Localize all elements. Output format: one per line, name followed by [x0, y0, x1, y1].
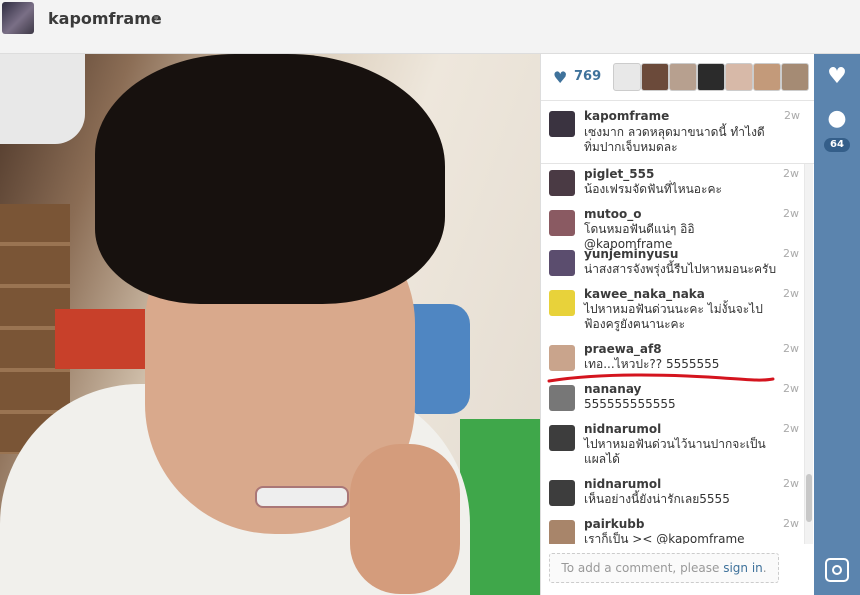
- comment-text: เราก็เป็น >< @kapomframe: [584, 532, 745, 544]
- comment-user[interactable]: piglet_555: [584, 167, 654, 181]
- comment-time: 2w: [783, 342, 799, 355]
- comment-user[interactable]: yunjeminyusu: [584, 247, 678, 261]
- comment-time: 2w: [783, 517, 799, 530]
- comment-user[interactable]: pairkubb: [584, 517, 644, 531]
- comment-text: ไปหาหมอฟันด่วนไว้นานปากจะเป็นแผลได้: [584, 437, 766, 466]
- liker-avatar[interactable]: [613, 63, 641, 91]
- photo-bg-shoe: [0, 54, 85, 144]
- avatar[interactable]: [549, 111, 575, 137]
- liker-avatar[interactable]: [725, 63, 753, 91]
- add-comment-suffix: .: [762, 561, 767, 575]
- action-rail: ♥ ● 64: [814, 54, 860, 595]
- comment-user[interactable]: nidnarumol: [584, 422, 661, 436]
- comment-user[interactable]: nidnarumol: [584, 477, 661, 491]
- photo-bg-fabric: [460, 419, 540, 595]
- add-comment-prefix: To add a comment, please: [561, 561, 724, 575]
- avatar[interactable]: [549, 520, 575, 544]
- comment-time: 2w: [783, 422, 799, 435]
- comment-list: piglet_555 2w น้องเฟรมจัดฟันที่ไหนอะคะ muto…: [541, 164, 803, 544]
- avatar[interactable]: [549, 480, 575, 506]
- avatar[interactable]: [549, 210, 575, 236]
- username-link[interactable]: kapomframe: [48, 9, 162, 28]
- comment-text: น่าสงสารจังพรุ่งนี้รีบไปหาหมอนะครับ: [584, 262, 777, 276]
- add-comment-box[interactable]: To add a comment, please sign in.: [549, 553, 779, 583]
- post-photo: [0, 54, 540, 595]
- avatar[interactable]: [549, 290, 575, 316]
- photo-bg-box: [55, 309, 145, 369]
- comment-user[interactable]: mutoo_o: [584, 207, 642, 221]
- chevron-down-icon[interactable]: ▾: [154, 14, 159, 24]
- comment-row: yunjeminyusu 2w น่าสงสารจังพรุ่งนี้รีบไปหา…: [541, 244, 803, 284]
- heart-icon[interactable]: ♥: [553, 68, 567, 87]
- comment-text: น้องเฟรมจัดฟันที่ไหนอะคะ: [584, 182, 722, 196]
- avatar[interactable]: [549, 345, 575, 371]
- comment-row: pairkubb 2w เราก็เป็น >< @kapomframe: [541, 514, 803, 544]
- avatar[interactable]: [549, 385, 575, 411]
- comment-user[interactable]: nananay: [584, 382, 641, 396]
- liker-avatar[interactable]: [669, 63, 697, 91]
- comment-user[interactable]: kawee_naka_naka: [584, 287, 705, 301]
- comment-time: 2w: [783, 207, 799, 220]
- liker-avatar[interactable]: [697, 63, 725, 91]
- comment-bubble-icon[interactable]: ●: [820, 102, 854, 136]
- like-count[interactable]: 769: [574, 69, 601, 84]
- caption-time: 2w: [784, 109, 800, 122]
- comment-row: praewa_af8 2w เทอ...ไหวปะ?? 5555555: [541, 339, 803, 379]
- sign-in-link[interactable]: sign in: [723, 561, 763, 575]
- avatar[interactable]: [549, 250, 575, 276]
- comment-row: piglet_555 2w น้องเฟรมจัดฟันที่ไหนอะคะ: [541, 164, 803, 204]
- comment-text: เทอ...ไหวปะ?? 5555555: [584, 357, 720, 371]
- comment-text: เห็นอย่างนี้ยังน่ารักเลย5555: [584, 492, 730, 506]
- comment-scrollbar[interactable]: [804, 164, 813, 544]
- scroll-thumb[interactable]: [806, 474, 812, 522]
- photo-hair: [95, 54, 445, 304]
- comment-time: 2w: [783, 247, 799, 260]
- comment-text: ไปหาหมอฟันด่วนนะคะ ไม่งั้นจะไปฟ้องครูยัง…: [584, 302, 763, 331]
- liker-avatar[interactable]: [753, 63, 781, 91]
- photo-hand: [350, 444, 460, 594]
- comment-row: nananay 2w 555555555555: [541, 379, 803, 419]
- liker-avatar[interactable]: [641, 63, 669, 91]
- avatar[interactable]: [2, 2, 34, 34]
- post-sidebar: ♥ 769 kapomframe 2w เซงมาก ลวดหลุดมาขนาด…: [540, 54, 814, 595]
- comment-row: nidnarumol 2w เห็นอย่างนี้ยังน่ารักเลย5555: [541, 474, 803, 514]
- comment-row: nidnarumol 2w ไปหาหมอฟันด่วนไว้นานปากจะเป็…: [541, 419, 803, 474]
- photo-mouth: [255, 486, 349, 508]
- like-heart-button[interactable]: ♥: [820, 60, 854, 94]
- comment-time: 2w: [783, 287, 799, 300]
- likes-bar: ♥ 769: [541, 54, 814, 101]
- caption: kapomframe 2w เซงมาก ลวดหลุดมาขนาดนี้ ทำ…: [541, 101, 814, 164]
- caption-text: เซงมาก ลวดหลุดมาขนาดนี้ ทำไงดี ทิ่มปากเจ…: [584, 125, 765, 154]
- avatar[interactable]: [549, 170, 575, 196]
- comment-time: 2w: [783, 477, 799, 490]
- camera-icon[interactable]: [825, 558, 849, 582]
- liker-avatar[interactable]: [781, 63, 809, 91]
- caption-user[interactable]: kapomframe: [584, 109, 669, 123]
- top-bar: kapomframe ▾: [0, 0, 860, 54]
- comment-row: mutoo_o 2w โดนหมอฟันดีแน่ๆ อิอิ @kapomfram…: [541, 204, 803, 251]
- comment-user[interactable]: praewa_af8: [584, 342, 662, 356]
- comment-time: 2w: [783, 167, 799, 180]
- comment-text: 555555555555: [584, 397, 676, 411]
- avatar[interactable]: [549, 425, 575, 451]
- comment-row: kawee_naka_naka 2w ไปหาหมอฟันด่วนนะคะ ไม่ง…: [541, 284, 803, 339]
- comment-time: 2w: [783, 382, 799, 395]
- comment-count-badge: 64: [824, 138, 850, 152]
